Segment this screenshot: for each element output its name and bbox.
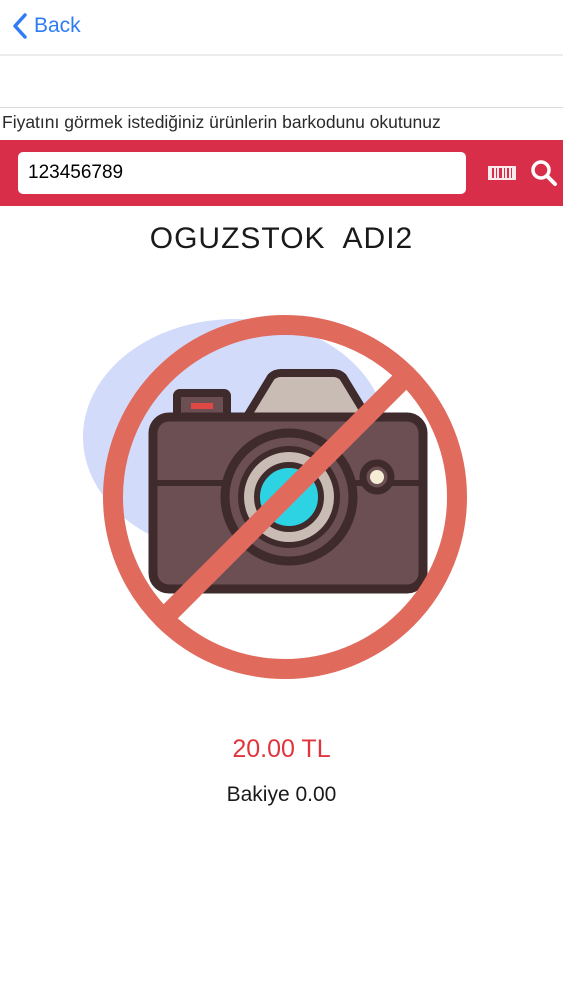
barcode-input[interactable] — [18, 152, 466, 194]
balance-text: Bakiye 0.00 — [226, 783, 337, 806]
product-price: 20.00 TL — [232, 735, 331, 763]
back-label: Back — [34, 14, 81, 37]
barcode-search-bar — [0, 140, 563, 206]
product-name: OGUZSTOK ADI2 — [149, 222, 414, 255]
search-icon[interactable] — [530, 159, 558, 192]
chevron-left-icon — [13, 13, 27, 39]
no-photo-camera-icon — [75, 315, 495, 680]
barcode-scan-icon[interactable] — [487, 162, 517, 189]
navigation-bar: Back — [0, 0, 563, 56]
instruction-text: Fiyatını görmek istediğiniz ürünlerin ba… — [0, 107, 563, 137]
back-button[interactable]: Back — [12, 10, 81, 42]
